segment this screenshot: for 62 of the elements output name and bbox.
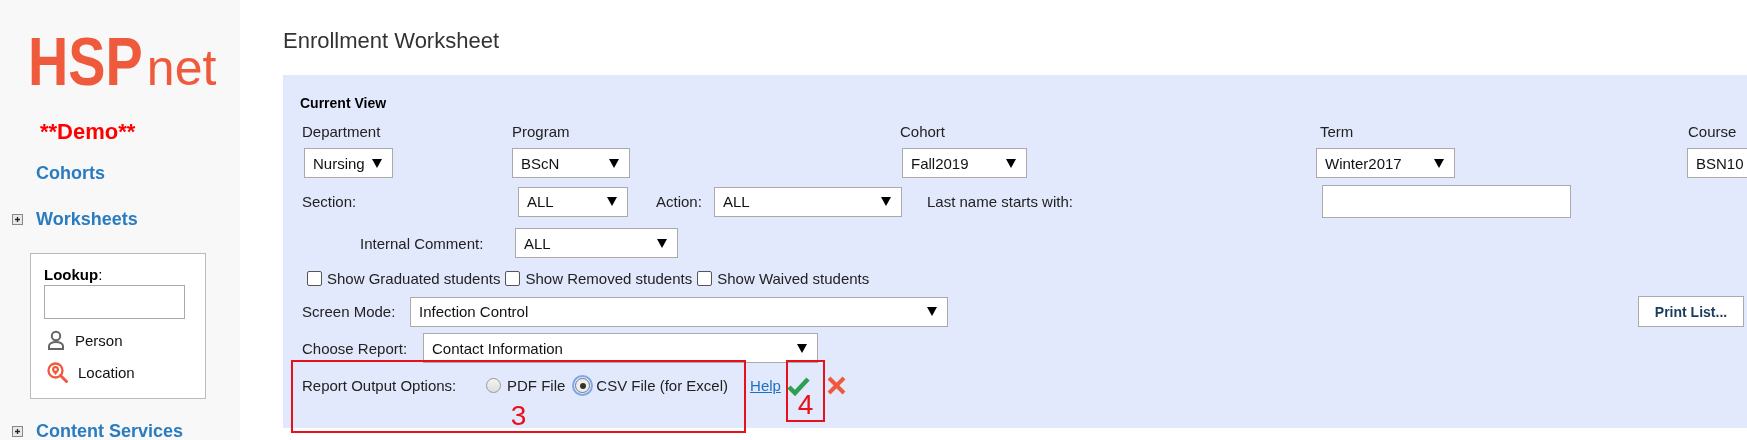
field-label: Last name starts with: <box>927 193 1074 210</box>
field-label: Screen Mode: <box>302 303 397 320</box>
dropdown[interactable]: Fall2019 <box>902 148 1027 178</box>
checkbox-label: Show Waived students <box>717 270 870 287</box>
dropdown[interactable]: BScN <box>512 148 630 178</box>
field-label: Action: <box>656 193 703 210</box>
dropdown[interactable]: Nursing <box>304 148 393 178</box>
radio-label: PDF File <box>507 377 566 394</box>
dropdown[interactable]: ALL <box>714 186 902 217</box>
checkbox[interactable] <box>697 271 713 286</box>
caret-icon <box>609 158 619 168</box>
checkbox-label: Show Removed students <box>525 270 693 287</box>
page-title: Enrollment Worksheet <box>283 28 499 54</box>
checkbox-label: Show Graduated students <box>327 270 501 287</box>
checkbox[interactable] <box>307 271 322 286</box>
field-label: Program <box>512 123 570 142</box>
nav-link[interactable]: Content Services <box>36 420 184 440</box>
lookup-field[interactable] <box>44 285 185 319</box>
annotation-number: 3 <box>510 403 527 429</box>
radio-label: CSV File (for Excel) <box>596 377 729 394</box>
field-label: Department <box>302 123 381 142</box>
caret-icon <box>372 158 382 168</box>
location-search-icon <box>47 361 68 383</box>
dropdown[interactable]: ALL <box>518 186 628 217</box>
caret-icon <box>607 197 617 206</box>
caret-icon <box>1006 158 1016 168</box>
plus-box-icon[interactable] <box>12 425 23 437</box>
lookup-link[interactable]: Location <box>78 363 135 381</box>
close-icon[interactable] <box>826 376 846 395</box>
annotation-number: 4 <box>797 392 814 418</box>
dropdown[interactable]: ALL <box>515 228 678 258</box>
field-label: Section: <box>302 193 358 210</box>
check-icon[interactable] <box>786 375 810 396</box>
print-list-button[interactable]: Print List... <box>1638 296 1744 327</box>
radio-button[interactable] <box>486 378 501 393</box>
plus-box-icon[interactable] <box>12 213 23 225</box>
help-link[interactable]: Help <box>750 377 781 394</box>
field-label: Term <box>1320 123 1354 142</box>
dropdown[interactable]: BSN10 <box>1687 148 1747 178</box>
field-label: Internal Comment: <box>360 234 485 252</box>
checkbox[interactable] <box>505 271 521 286</box>
caret-icon <box>797 343 807 353</box>
dropdown[interactable]: Infection Control <box>410 296 948 327</box>
dropdown[interactable]: Winter2017 <box>1316 148 1455 178</box>
caret-icon <box>657 238 667 248</box>
field-label: Report Output Options: <box>302 377 458 394</box>
section-heading: Current View <box>300 95 387 111</box>
lookup-link[interactable]: Person <box>75 331 123 349</box>
demo-label: **Demo** <box>40 119 136 145</box>
caret-icon <box>1434 158 1444 168</box>
field-label: Course <box>1688 123 1737 142</box>
nav-link[interactable]: Cohorts <box>36 162 105 184</box>
caret-icon <box>881 197 891 206</box>
lookup-label: Lookup: <box>44 266 103 283</box>
radio-button[interactable] <box>575 378 591 393</box>
nav-link[interactable]: Worksheets <box>36 208 138 230</box>
last-name-field[interactable] <box>1322 185 1571 218</box>
dropdown[interactable]: Contact Information <box>423 333 818 363</box>
person-icon <box>47 330 65 350</box>
field-label: Cohort <box>900 123 946 142</box>
field-label: Choose Report: <box>302 339 409 357</box>
caret-icon <box>927 307 937 316</box>
